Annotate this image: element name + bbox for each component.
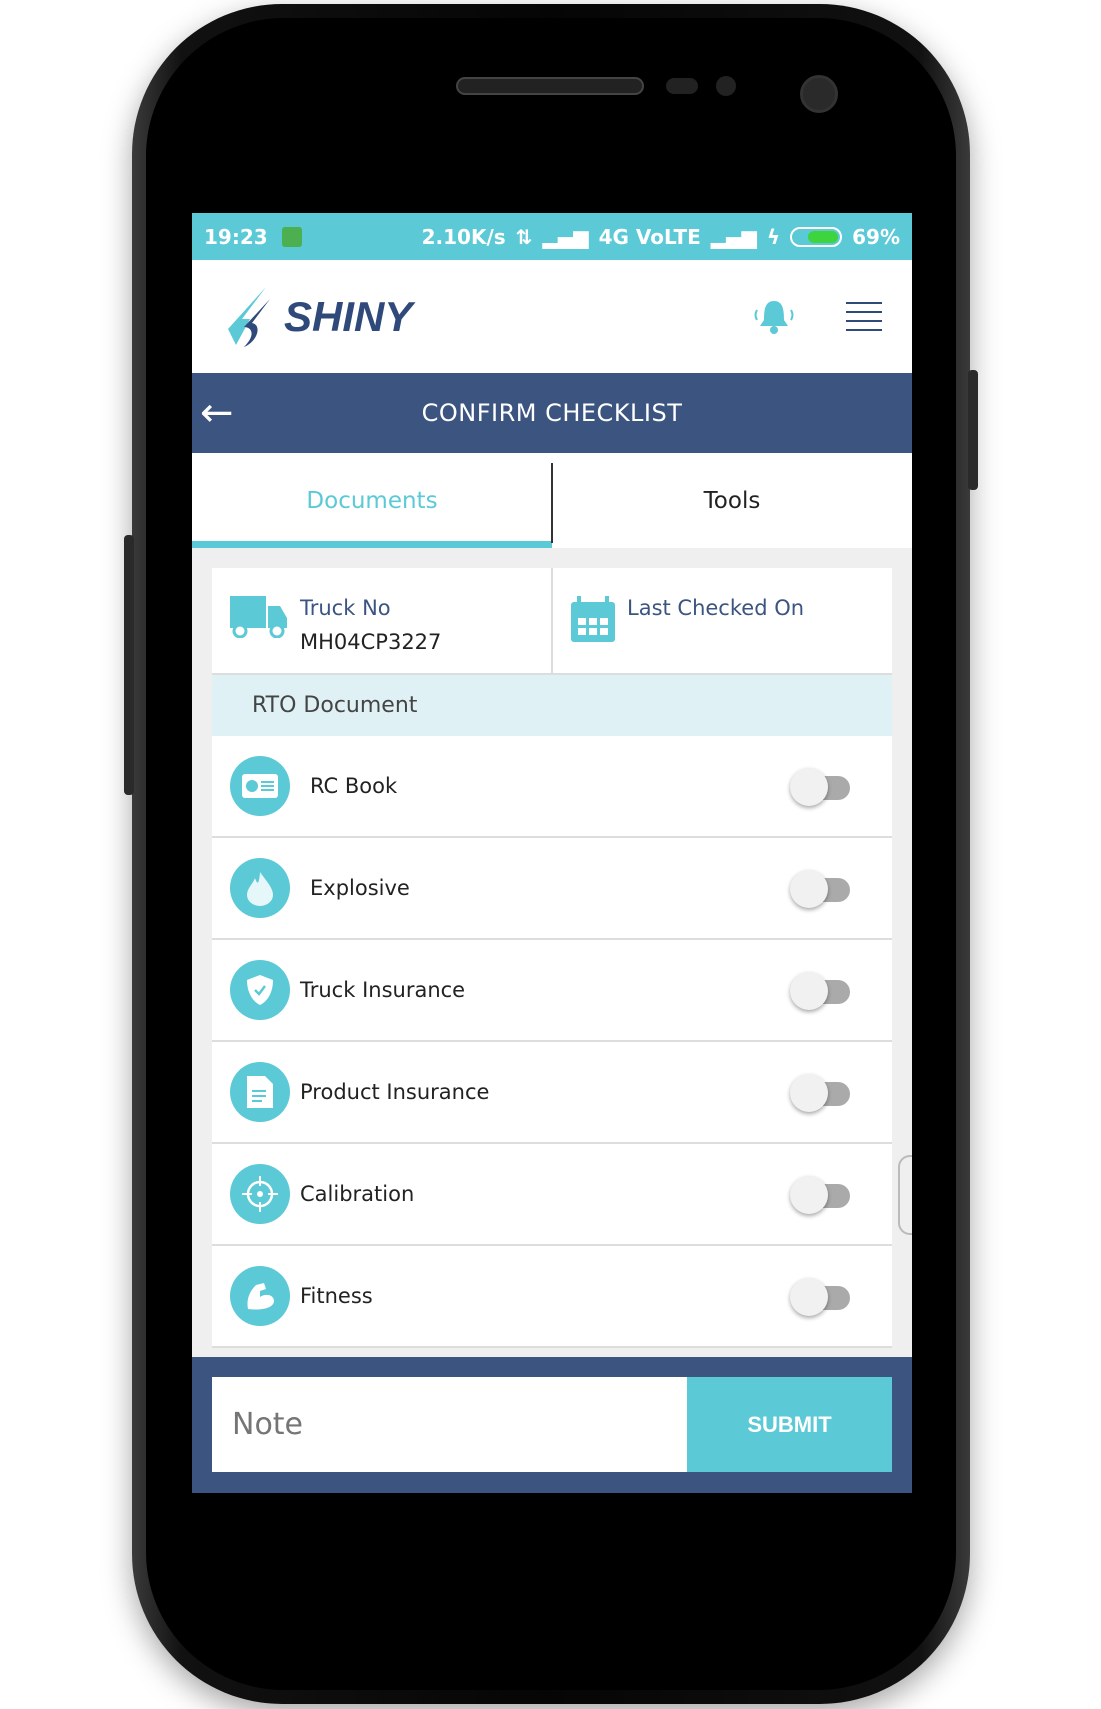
tab-documents[interactable]: Documents <box>192 453 552 548</box>
list-item: Calibration <box>212 1144 892 1246</box>
signal-icon: ▂▄▆ <box>710 224 757 249</box>
truck-no-label: Truck No <box>300 596 391 620</box>
item-label: Explosive <box>310 876 410 900</box>
menu-button[interactable] <box>846 302 882 331</box>
page-title: CONFIRM CHECKLIST <box>421 399 683 427</box>
note-input[interactable] <box>212 1377 687 1472</box>
truck-no-value: MH04CP3227 <box>300 630 442 654</box>
toggle-switch[interactable] <box>790 1278 850 1316</box>
list-item: Product Insurance <box>212 1042 892 1144</box>
item-label: RC Book <box>310 774 398 798</box>
target-icon <box>230 1164 290 1224</box>
toggle-switch[interactable] <box>790 870 850 908</box>
sensor <box>666 78 698 94</box>
tab-divider <box>551 463 553 543</box>
calendar-icon <box>571 596 615 642</box>
signal-icon: ▂▄▆ <box>542 224 589 249</box>
bell-icon[interactable] <box>754 298 794 336</box>
logo-mark-icon <box>228 286 270 347</box>
logo: SHINY <box>222 285 412 349</box>
checklist: Truck No MH04CP3227 Last Checked On RTO D… <box>212 568 892 1348</box>
status-bar: 19:23 2.10K/s ⇅ ▂▄▆ 4G VoLTE ▂▄▆ ϟ 69% <box>192 213 912 260</box>
toggle-switch[interactable] <box>790 1176 850 1214</box>
network-type: 4G VoLTE <box>598 224 701 249</box>
logo-text: SHINY <box>284 292 413 340</box>
app-screen: 19:23 2.10K/s ⇅ ▂▄▆ 4G VoLTE ▂▄▆ ϟ 69% S… <box>192 213 912 1493</box>
shield-icon <box>230 960 290 1020</box>
document-icon <box>230 1062 290 1122</box>
submit-button[interactable]: SUBMIT <box>687 1377 892 1472</box>
speaker-grille <box>456 77 644 95</box>
status-time: 19:23 <box>204 224 268 249</box>
item-label: Calibration <box>300 1182 415 1206</box>
flame-icon <box>230 858 290 918</box>
item-label: Truck Insurance <box>300 978 466 1002</box>
volume-button <box>124 535 134 795</box>
front-camera <box>800 75 838 113</box>
sensor <box>716 76 736 96</box>
list-item: RC Book <box>212 736 892 838</box>
battery-icon <box>790 226 843 247</box>
list-item: Truck Insurance <box>212 940 892 1042</box>
data-arrows-icon: ⇅ <box>515 224 533 249</box>
id-card-icon <box>230 756 290 816</box>
bottom-bar: SUBMIT <box>192 1357 912 1493</box>
truck-icon <box>230 596 287 638</box>
list-item: Explosive <box>212 838 892 940</box>
list-item: Fitness <box>212 1246 892 1348</box>
item-label: Product Insurance <box>300 1080 490 1104</box>
power-button <box>968 370 978 490</box>
toggle-switch[interactable] <box>790 972 850 1010</box>
back-arrow-icon[interactable]: ← <box>200 393 234 433</box>
truck-info-card: Truck No MH04CP3227 Last Checked On <box>212 568 892 675</box>
charging-icon: ϟ <box>766 224 781 249</box>
scrollbar[interactable] <box>898 1155 912 1235</box>
android-icon <box>281 226 302 247</box>
tab-tools[interactable]: Tools <box>552 453 912 548</box>
toggle-switch[interactable] <box>790 1074 850 1112</box>
muscle-arm-icon <box>230 1266 290 1326</box>
section-header: RTO Document <box>212 675 892 736</box>
item-label: Fitness <box>300 1284 373 1308</box>
title-bar: ← CONFIRM CHECKLIST <box>192 373 912 453</box>
tab-bar: Documents Tools <box>192 453 912 548</box>
last-checked-label: Last Checked On <box>627 596 805 620</box>
app-header: SHINY <box>192 260 912 373</box>
battery-percent: 69% <box>852 224 900 249</box>
network-speed: 2.10K/s <box>421 224 506 249</box>
toggle-switch[interactable] <box>790 768 850 806</box>
